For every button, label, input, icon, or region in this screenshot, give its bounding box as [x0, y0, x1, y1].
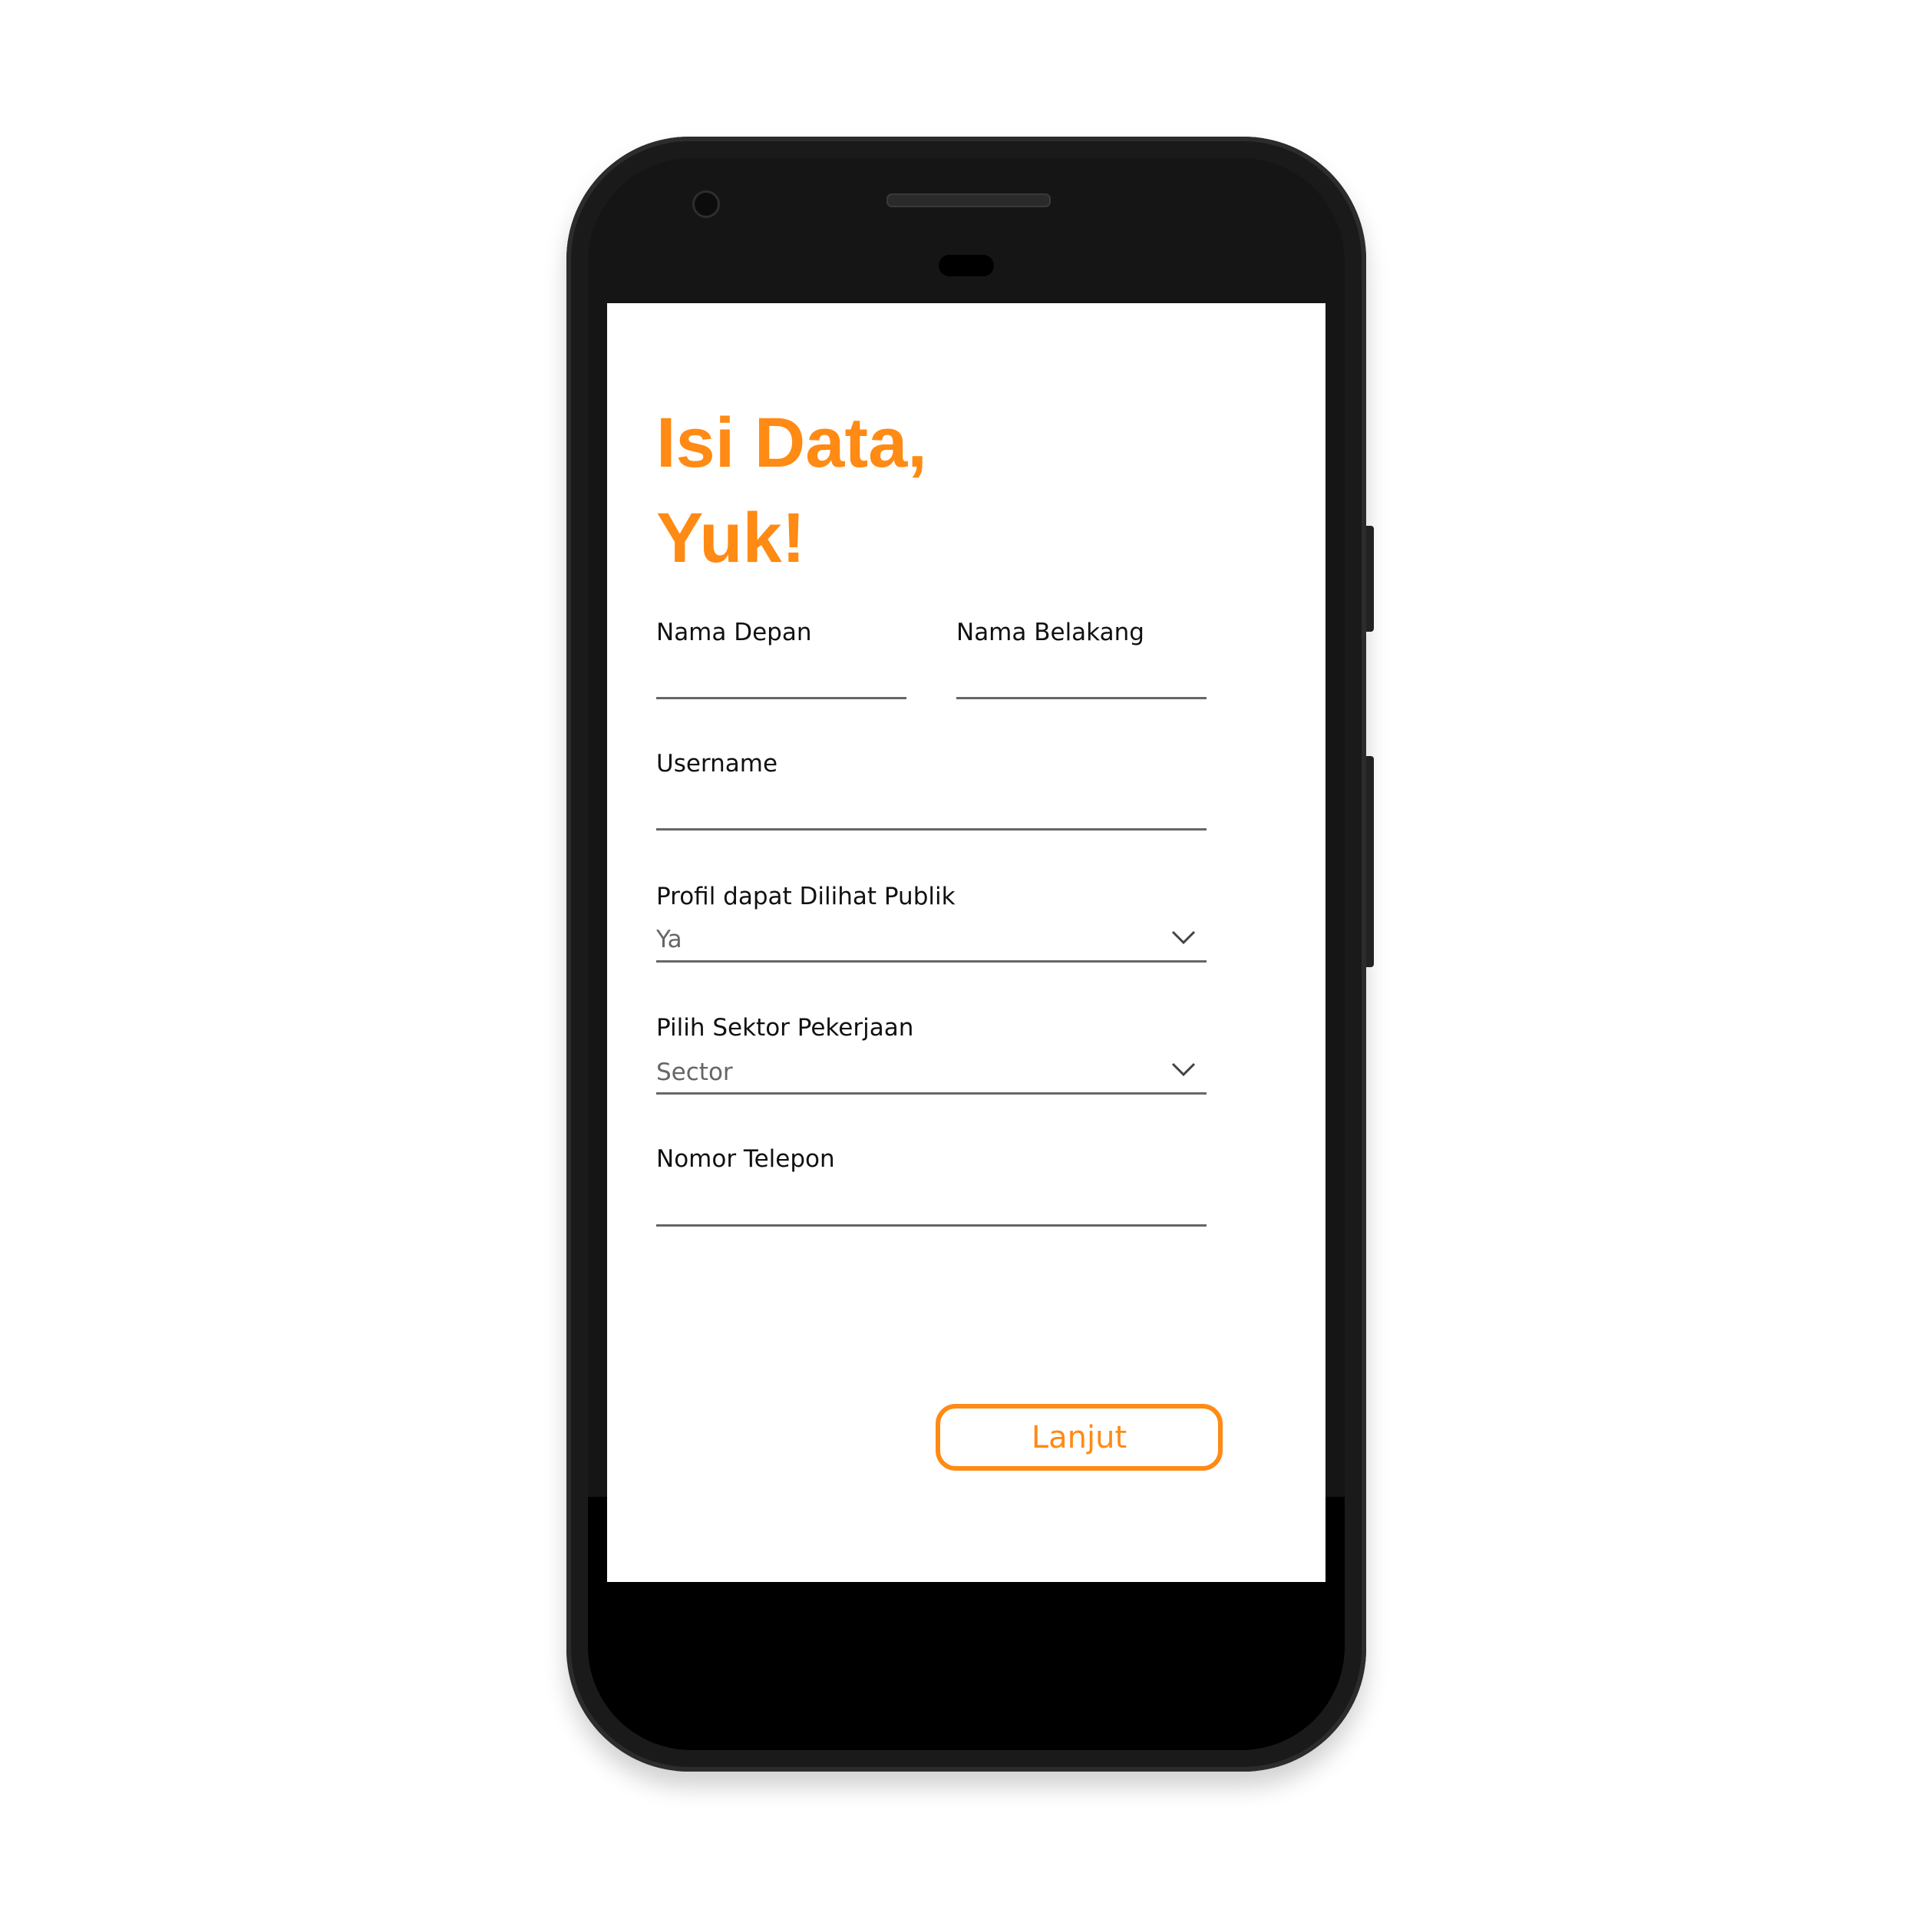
speaker-grille	[886, 193, 1051, 207]
public-profile-label: Profil dapat Dilihat Publik	[656, 883, 956, 910]
chevron-down-icon[interactable]	[1172, 930, 1195, 946]
sector-underline	[656, 1092, 1207, 1095]
page-title: Isi Data, Yuk!	[656, 395, 927, 586]
camera-icon	[692, 190, 720, 218]
power-button	[1366, 526, 1374, 632]
last-name-label: Nama Belakang	[956, 619, 1144, 646]
title-line-2: Yuk!	[656, 499, 806, 577]
chevron-down-icon[interactable]	[1172, 1062, 1195, 1078]
sector-label: Pilih Sektor Pekerjaan	[656, 1014, 914, 1042]
last-name-input[interactable]	[956, 697, 1207, 699]
next-button[interactable]: Lanjut	[936, 1404, 1223, 1471]
first-name-label: Nama Depan	[656, 619, 812, 646]
sector-select[interactable]: Sector	[656, 1058, 733, 1086]
public-profile-underline	[656, 960, 1207, 963]
phone-input[interactable]	[656, 1224, 1207, 1227]
phone-label: Nomor Telepon	[656, 1145, 835, 1173]
title-line-1: Isi Data,	[656, 404, 927, 482]
public-profile-select[interactable]: Ya	[656, 926, 682, 953]
sensor	[939, 255, 994, 276]
username-input[interactable]	[656, 828, 1207, 831]
volume-button	[1366, 756, 1374, 967]
username-label: Username	[656, 750, 778, 778]
first-name-input[interactable]	[656, 697, 906, 699]
